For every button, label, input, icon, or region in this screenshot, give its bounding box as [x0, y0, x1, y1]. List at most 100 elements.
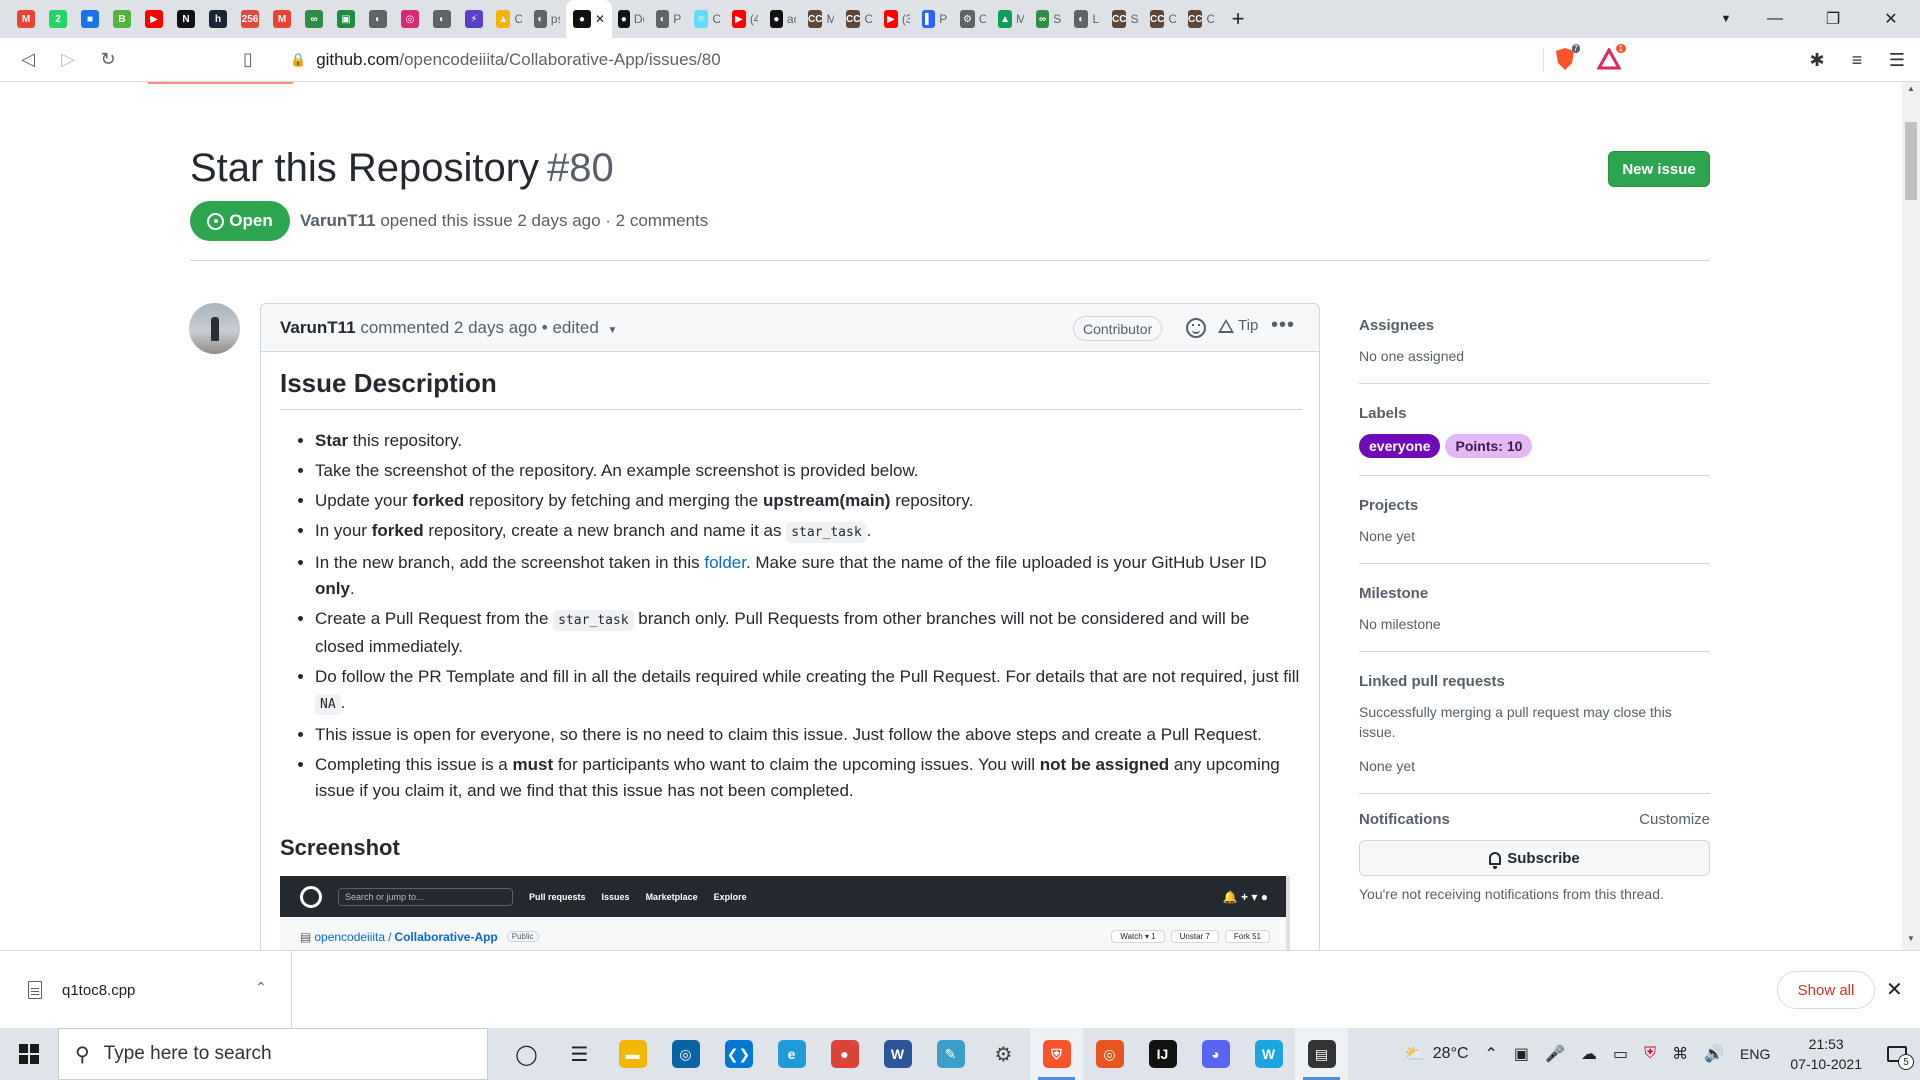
taskbar-app[interactable]: ☰	[553, 1028, 606, 1080]
browser-tab[interactable]: CCCo	[1144, 0, 1182, 38]
browser-tab[interactable]: CCSc	[1106, 0, 1144, 38]
taskbar-app[interactable]: ❮❯	[712, 1028, 765, 1080]
brave-shield-icon[interactable]: 7	[1552, 44, 1580, 72]
browser-tab[interactable]: ▣	[330, 0, 362, 38]
labels-heading[interactable]: Labels	[1359, 404, 1710, 424]
mcafee-icon[interactable]: ⛨	[1636, 1028, 1664, 1080]
show-all-button[interactable]: Show all	[1777, 971, 1875, 1009]
tab-search-icon[interactable]: ▼	[1706, 0, 1746, 38]
minimize-icon[interactable]: —	[1746, 0, 1804, 38]
reading-list-icon[interactable]: ≡	[1844, 50, 1870, 71]
taskbar-app[interactable]: ◕	[1189, 1028, 1242, 1080]
browser-tab[interactable]: h	[202, 0, 234, 38]
label-pill[interactable]: Points: 10	[1445, 434, 1533, 458]
onedrive-icon[interactable]: ☁	[1573, 1028, 1605, 1080]
taskbar-app[interactable]: ◎	[1083, 1028, 1136, 1080]
browser-tab[interactable]: ▶	[138, 0, 170, 38]
download-item[interactable]: q1toc8.cpp	[22, 951, 292, 1029]
customize-link[interactable]: Customize	[1639, 810, 1710, 830]
chevron-up-icon[interactable]: ⌃	[1477, 1028, 1506, 1080]
browser-tab[interactable]: ⚛ O	[688, 0, 726, 38]
browser-tab[interactable]: ▲ M	[992, 0, 1030, 38]
weather-icon[interactable]: ⛅	[1397, 1028, 1433, 1080]
taskbar-app[interactable]: ✎	[924, 1028, 977, 1080]
bookmark-icon[interactable]: ▯	[228, 42, 268, 78]
browser-tab[interactable]: ▶ (4	[726, 0, 764, 38]
comment-author-link[interactable]: VarunT11	[280, 318, 356, 337]
browser-tab[interactable]: ■	[74, 0, 106, 38]
weather-temp[interactable]: 28°C	[1433, 1028, 1477, 1080]
taskbar-app[interactable]: e	[765, 1028, 818, 1080]
assignees-heading[interactable]: Assignees	[1359, 316, 1710, 336]
chevron-up-icon[interactable]: ⌃	[255, 979, 267, 996]
browser-tab[interactable]: ●De	[612, 0, 650, 38]
brave-rewards-icon[interactable]: 1	[1596, 44, 1626, 72]
restore-icon[interactable]: ❐	[1804, 0, 1862, 38]
browser-tab[interactable]: ▌Pr	[916, 0, 954, 38]
scroll-up-icon[interactable]: ▲	[1902, 84, 1920, 98]
browser-tab[interactable]: ⚙ C	[954, 0, 992, 38]
browser-tab[interactable]: M	[10, 0, 42, 38]
menu-icon[interactable]: ☰	[1884, 50, 1910, 71]
tip-button[interactable]: Tip	[1218, 317, 1258, 334]
battery-icon[interactable]: ▭	[1605, 1028, 1636, 1080]
back-icon[interactable]: ◁	[8, 42, 48, 78]
microphone-icon[interactable]: 🎤	[1537, 1028, 1573, 1080]
taskbar-app[interactable]: ▤	[1295, 1028, 1348, 1080]
taskbar-app[interactable]: ⛨	[1030, 1028, 1083, 1080]
meet-now-icon[interactable]: ▣	[1506, 1028, 1537, 1080]
browser-tab[interactable]: ●ac	[764, 0, 802, 38]
new-issue-button[interactable]: New issue	[1608, 151, 1710, 187]
taskbar-app[interactable]: ◯	[500, 1028, 553, 1080]
label-pill[interactable]: everyone	[1359, 434, 1441, 458]
projects-heading[interactable]: Projects	[1359, 496, 1710, 516]
taskbar-app[interactable]: IJ	[1136, 1028, 1189, 1080]
add-reaction-icon[interactable]	[1186, 318, 1206, 338]
taskbar-app[interactable]: W	[871, 1028, 924, 1080]
browser-tab[interactable]: ◐ps	[528, 0, 566, 38]
browser-tab[interactable]: N	[170, 0, 202, 38]
browser-tab[interactable]: M	[266, 0, 298, 38]
forward-icon[interactable]: ▷	[48, 42, 88, 78]
close-icon[interactable]: ✕	[1886, 977, 1903, 1002]
taskbar-search[interactable]: ⚲ Type here to search	[58, 1028, 488, 1080]
browser-tab[interactable]: ▶ (3	[878, 0, 916, 38]
reload-icon[interactable]: ↻	[88, 42, 128, 78]
browser-tab[interactable]: CCCo	[1182, 0, 1220, 38]
browser-tab[interactable]: CC M	[802, 0, 840, 38]
language-indicator[interactable]: ENG	[1732, 1028, 1778, 1080]
browser-tab[interactable]: ◐	[426, 0, 458, 38]
taskbar-app[interactable]: ⚙	[977, 1028, 1030, 1080]
scroll-thumb[interactable]	[1905, 122, 1917, 200]
comment-header-text[interactable]: commented 2 days ago • edited	[360, 318, 598, 337]
folder-link[interactable]: folder	[704, 553, 746, 572]
taskbar-app[interactable]: W	[1242, 1028, 1295, 1080]
browser-tab[interactable]: ◐	[362, 0, 394, 38]
more-options-icon[interactable]: •••	[1271, 314, 1295, 337]
browser-tab[interactable]: 256	[234, 0, 266, 38]
taskbar-app[interactable]: ◎	[659, 1028, 712, 1080]
window-close-icon[interactable]: ✕	[1862, 0, 1920, 38]
subscribe-button[interactable]: Subscribe	[1359, 840, 1710, 876]
linked-prs-heading[interactable]: Linked pull requests	[1359, 672, 1710, 692]
milestone-heading[interactable]: Milestone	[1359, 584, 1710, 604]
browser-tab[interactable]: B	[106, 0, 138, 38]
browser-tab[interactable]: ⚡	[458, 0, 490, 38]
scroll-down-icon[interactable]: ▼	[1902, 934, 1920, 948]
browser-tab[interactable]: ∞	[298, 0, 330, 38]
extensions-icon[interactable]: ✱	[1804, 50, 1830, 71]
browser-tab[interactable]: CCCo	[840, 0, 878, 38]
close-tab-icon[interactable]: ✕	[595, 12, 605, 26]
page-scrollbar[interactable]: ▲ ▼	[1902, 82, 1920, 950]
taskbar-app[interactable]: ●	[818, 1028, 871, 1080]
avatar[interactable]	[189, 303, 240, 354]
action-center-icon[interactable]: 5	[1874, 1028, 1920, 1080]
wifi-icon[interactable]: ⌘	[1664, 1028, 1696, 1080]
browser-tab[interactable]: ∞Sr	[1030, 0, 1068, 38]
chevron-down-icon[interactable]: ▼	[608, 325, 618, 336]
new-tab-button[interactable]: +	[1220, 0, 1256, 38]
browser-tab[interactable]: ● ✕	[566, 0, 612, 38]
embedded-screenshot[interactable]: Search or jump to... Pull requests Issue…	[280, 876, 1290, 950]
url-bar[interactable]: 🔒 github.com/opencodeiiita/Collaborative…	[290, 43, 1540, 77]
clock[interactable]: 21:53 07-10-2021	[1778, 1034, 1874, 1074]
